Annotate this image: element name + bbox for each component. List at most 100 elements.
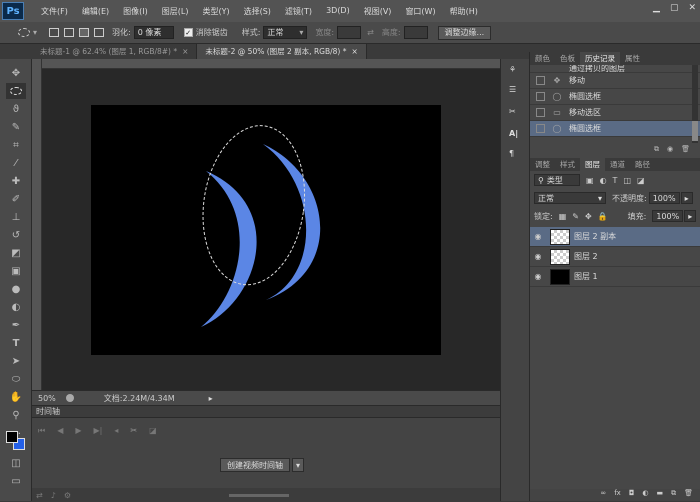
lasso-tool-icon[interactable]: ϑ bbox=[6, 101, 26, 117]
move-tool-icon[interactable]: ✥ bbox=[6, 65, 26, 81]
close-icon[interactable]: × bbox=[182, 47, 188, 56]
link-icon[interactable]: ∞ bbox=[600, 489, 606, 501]
zoom-slider[interactable] bbox=[228, 493, 289, 497]
screen-mode-icon[interactable]: ▭ bbox=[6, 473, 26, 489]
audio-icon[interactable]: ◂ bbox=[114, 426, 118, 436]
menu-help[interactable]: 帮助(H) bbox=[443, 6, 485, 17]
snapshot-checkbox[interactable] bbox=[536, 65, 545, 72]
brush-tool-icon[interactable]: ✐ bbox=[6, 191, 26, 207]
lock-paint-icon[interactable]: ✎ bbox=[572, 212, 579, 221]
timeline-dropdown-button[interactable]: ▾ bbox=[292, 458, 305, 472]
zoom-level[interactable]: 50% bbox=[38, 394, 56, 403]
create-video-timeline-button[interactable]: 创建视频时间轴 bbox=[220, 458, 290, 472]
height-input[interactable] bbox=[403, 26, 428, 39]
stamp-tool-icon[interactable]: ⊥ bbox=[6, 209, 26, 225]
menu-3d[interactable]: 3D(D) bbox=[319, 6, 357, 17]
history-brush-tool-icon[interactable]: ↺ bbox=[6, 227, 26, 243]
close-icon[interactable]: × bbox=[351, 47, 357, 56]
layer-row[interactable]: ◉ 图层 2 bbox=[530, 247, 700, 267]
pen-tool-icon[interactable]: ✒ bbox=[6, 317, 26, 333]
lock-transparency-icon[interactable]: ▦ bbox=[559, 212, 567, 221]
filter-shape-icon[interactable]: ◫ bbox=[623, 176, 631, 185]
refine-edge-button[interactable]: 调整边缘... bbox=[437, 25, 492, 40]
eye-icon[interactable]: ◉ bbox=[530, 232, 546, 241]
subtract-selection-icon[interactable] bbox=[79, 28, 90, 37]
layer-filter-select[interactable]: ⚲ 类型 bbox=[534, 174, 580, 186]
document-canvas[interactable] bbox=[91, 105, 441, 355]
hand-tool-icon[interactable]: ✋ bbox=[6, 389, 26, 405]
layer-row-selected[interactable]: ◉ 图层 2 副本 bbox=[530, 227, 700, 247]
trash-icon[interactable]: 🗑 bbox=[681, 145, 690, 156]
snapshot-checkbox[interactable] bbox=[536, 92, 545, 101]
split-icon[interactable]: ✂ bbox=[130, 426, 137, 436]
menu-view[interactable]: 视图(V) bbox=[357, 6, 399, 17]
fill-arrow[interactable]: ▸ bbox=[684, 210, 697, 222]
filter-adjust-icon[interactable]: ◐ bbox=[600, 176, 607, 185]
minimize-icon[interactable]: ▁ bbox=[653, 3, 660, 13]
mask-icon[interactable]: ◘ bbox=[629, 489, 635, 501]
shape-tool-icon[interactable]: ⬭ bbox=[6, 371, 26, 387]
tab-channels[interactable]: 通道 bbox=[605, 158, 630, 171]
prev-frame-icon[interactable]: ◀ bbox=[57, 426, 63, 436]
brush-panel-icon[interactable]: ✂ bbox=[509, 107, 516, 116]
maximize-icon[interactable]: ▢ bbox=[670, 3, 679, 13]
filter-type-icon[interactable]: T bbox=[613, 176, 618, 185]
tab-paths[interactable]: 路径 bbox=[630, 158, 655, 171]
menu-file[interactable]: 文件(F) bbox=[34, 6, 75, 17]
eyedropper-tool-icon[interactable]: ⁄ bbox=[6, 155, 26, 171]
tab-styles[interactable]: 样式 bbox=[555, 158, 580, 171]
opacity-arrow[interactable]: ▸ bbox=[680, 192, 693, 204]
menu-edit[interactable]: 编辑(E) bbox=[75, 6, 116, 17]
fx-icon[interactable]: fx bbox=[614, 489, 621, 501]
play-icon[interactable]: ▶ bbox=[75, 426, 81, 436]
crop-tool-icon[interactable]: ⌗ bbox=[6, 137, 26, 153]
history-item[interactable]: ◯ 椭圆选框 bbox=[530, 89, 700, 105]
intersect-selection-icon[interactable] bbox=[94, 28, 105, 37]
paragraph-panel-icon[interactable]: ¶ bbox=[509, 149, 514, 158]
character-panel-icon[interactable]: A| bbox=[509, 129, 518, 138]
lock-position-icon[interactable]: ✥ bbox=[585, 212, 592, 221]
snapshot-icon[interactable]: ◉ bbox=[667, 145, 673, 156]
tab-history[interactable]: 历史记录 bbox=[580, 52, 620, 65]
type-tool-icon[interactable]: T bbox=[6, 335, 26, 351]
antialias-checkbox[interactable]: ✓ bbox=[183, 28, 193, 37]
menu-window[interactable]: 窗口(W) bbox=[398, 6, 442, 17]
trash-icon[interactable]: 🗑 bbox=[684, 489, 693, 501]
opacity-input[interactable]: 100% bbox=[648, 192, 680, 204]
transition-icon[interactable]: ◪ bbox=[149, 426, 157, 436]
menu-layer[interactable]: 图层(L) bbox=[155, 6, 196, 17]
tab-properties[interactable]: 属性 bbox=[620, 52, 645, 65]
gradient-tool-icon[interactable]: ▣ bbox=[6, 263, 26, 279]
vertical-ruler[interactable] bbox=[32, 59, 42, 390]
close-icon[interactable]: ✕ bbox=[688, 3, 696, 13]
tab-swatches[interactable]: 色板 bbox=[555, 52, 580, 65]
swap-icon[interactable]: ⇄ bbox=[367, 28, 374, 37]
history-item[interactable]: 通过拷贝的图层 bbox=[530, 65, 700, 73]
filter-pixel-icon[interactable]: ▣ bbox=[586, 176, 594, 185]
scrollbar-thumb[interactable] bbox=[692, 121, 698, 141]
adjust-panel-icon[interactable]: ☰ bbox=[509, 85, 516, 94]
menu-type[interactable]: 类型(Y) bbox=[195, 6, 236, 17]
history-scrollbar[interactable] bbox=[692, 65, 698, 143]
tab-adjustments[interactable]: 调整 bbox=[530, 158, 555, 171]
loop-icon[interactable]: ⇄ bbox=[36, 491, 43, 500]
lock-all-icon[interactable]: 🔒 bbox=[598, 212, 608, 221]
tab-document-2[interactable]: 未标题-2 @ 50% (图层 2 副本, RGB/8) * × bbox=[197, 44, 367, 59]
export-icon[interactable] bbox=[65, 394, 74, 402]
blur-tool-icon[interactable]: ● bbox=[6, 281, 26, 297]
layer-row[interactable]: ◉ 图层 1 bbox=[530, 267, 700, 287]
eraser-tool-icon[interactable]: ◩ bbox=[6, 245, 26, 261]
snapshot-checkbox[interactable] bbox=[536, 124, 545, 133]
eye-icon[interactable]: ◉ bbox=[530, 272, 546, 281]
adjustment-icon[interactable]: ◐ bbox=[642, 489, 648, 501]
menu-select[interactable]: 选择(S) bbox=[237, 6, 278, 17]
snapshot-checkbox[interactable] bbox=[536, 76, 545, 85]
horizontal-ruler[interactable] bbox=[32, 59, 500, 69]
style-select[interactable]: 正常 ▾ bbox=[263, 26, 308, 39]
new-layer-icon[interactable]: ⧉ bbox=[671, 489, 676, 501]
tab-document-1[interactable]: 未标题-1 @ 62.4% (图层 1, RGB/8#) * × bbox=[32, 44, 198, 59]
eye-icon[interactable]: ◉ bbox=[530, 252, 546, 261]
blend-mode-select[interactable]: 正常 ▾ bbox=[534, 192, 606, 204]
ellipse-marquee-icon[interactable] bbox=[18, 28, 30, 37]
zoom-tool-icon[interactable]: ⚲ bbox=[6, 407, 26, 423]
